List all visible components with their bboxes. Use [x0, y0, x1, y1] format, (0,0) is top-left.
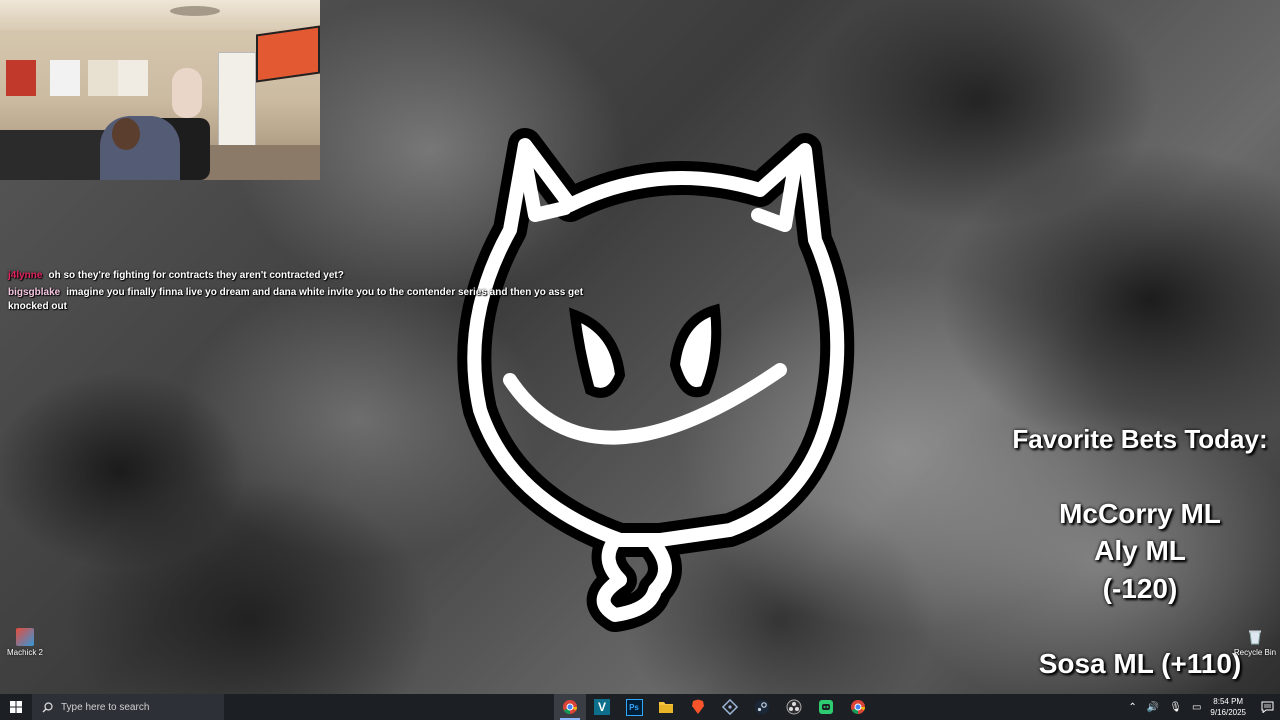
notification-icon: [1261, 701, 1273, 713]
taskbar-app-chrome[interactable]: [554, 694, 586, 720]
chat-message: bigsgblake imagine you finally finna live…: [8, 286, 618, 314]
wall-art: [50, 60, 80, 96]
wall-art: [88, 60, 118, 96]
wall-art: [6, 60, 36, 96]
taskbar-app-photoshop[interactable]: Ps: [618, 694, 650, 720]
chat-message: j4lynne oh so they're fighting for contra…: [8, 269, 618, 283]
taskbar-app-file-explorer[interactable]: [650, 694, 682, 720]
game-icon: [16, 628, 34, 646]
recycle-bin-icon: [1246, 628, 1264, 646]
television: [256, 25, 320, 83]
chat-overlay: j4lynne oh so they're fighting for contra…: [8, 269, 618, 314]
bet-line: (-120): [1102, 573, 1178, 604]
chat-username: bigsgblake: [8, 287, 61, 298]
speaker-icon[interactable]: 🔊: [1147, 702, 1159, 713]
ceiling-fan: [170, 6, 220, 16]
obs-icon: [786, 699, 802, 715]
taskbar-app-vscode[interactable]: V: [586, 694, 618, 720]
taskbar: Type here to search V Ps ⌃ 🔊 🎙 ▭ 8:54 PM…: [0, 694, 1280, 720]
clock-date: 9/16/2025: [1210, 708, 1246, 717]
webcam-overlay: [0, 0, 320, 180]
start-button[interactable]: [0, 694, 32, 720]
bet-line: McCorry ML: [1059, 498, 1221, 529]
taskbar-app-chrome-2[interactable]: [842, 694, 874, 720]
desktop-icon-label: Recycle Bin: [1233, 648, 1277, 657]
search-icon: [42, 701, 53, 712]
network-icon[interactable]: ▭: [1192, 702, 1201, 713]
taskbar-app-discord[interactable]: [810, 694, 842, 720]
desktop-icon-recycle-bin[interactable]: Recycle Bin: [1230, 628, 1280, 657]
discord-icon: [819, 700, 833, 714]
desktop-icon-machick[interactable]: Machick 2: [0, 628, 50, 657]
taskbar-app-steam[interactable]: [746, 694, 778, 720]
wall-art: [118, 60, 148, 96]
desk: [0, 130, 110, 180]
taskbar-app-brave[interactable]: [682, 694, 714, 720]
taskbar-app-obs[interactable]: [778, 694, 810, 720]
file-explorer-icon: [659, 702, 673, 713]
door: [218, 52, 256, 150]
webcam-ceiling: [0, 0, 320, 30]
taskbar-app-git[interactable]: [714, 694, 746, 720]
taskbar-apps: V Ps: [554, 694, 874, 720]
taskbar-search[interactable]: Type here to search: [32, 694, 224, 720]
search-placeholder: Type here to search: [61, 701, 150, 713]
steam-icon: [755, 700, 769, 714]
git-icon: [722, 699, 738, 715]
system-tray: ⌃ 🔊 🎙 ▭ 8:54 PM 9/16/2025: [1123, 694, 1280, 720]
desktop-icon-label: Machick 2: [6, 648, 43, 657]
chrome-icon: [563, 700, 578, 715]
streamer-head: [112, 118, 140, 150]
bets-title: Favorite Bets Today:: [1012, 424, 1268, 454]
clock-time: 8:54 PM: [1213, 697, 1244, 706]
windows-icon: [10, 701, 22, 713]
bet-line: Aly ML: [1094, 535, 1186, 566]
vscode-icon: V: [594, 699, 610, 715]
chevron-up-icon[interactable]: ⌃: [1128, 702, 1136, 713]
brave-icon: [692, 699, 704, 714]
chat-text: oh so they're fighting for contracts the…: [48, 270, 344, 281]
chat-text: imagine you finally finna live yo dream …: [8, 287, 584, 312]
plush-toy: [172, 68, 202, 118]
chrome-icon: [851, 700, 866, 715]
photoshop-icon: Ps: [625, 698, 643, 716]
devil-smiley-logo: [457, 128, 855, 632]
notification-center-button[interactable]: [1254, 694, 1280, 720]
chat-username: j4lynne: [8, 270, 43, 281]
microphone-icon[interactable]: 🎙: [1169, 702, 1182, 713]
taskbar-clock[interactable]: 8:54 PM 9/16/2025: [1210, 696, 1246, 718]
streamer: [100, 116, 180, 180]
